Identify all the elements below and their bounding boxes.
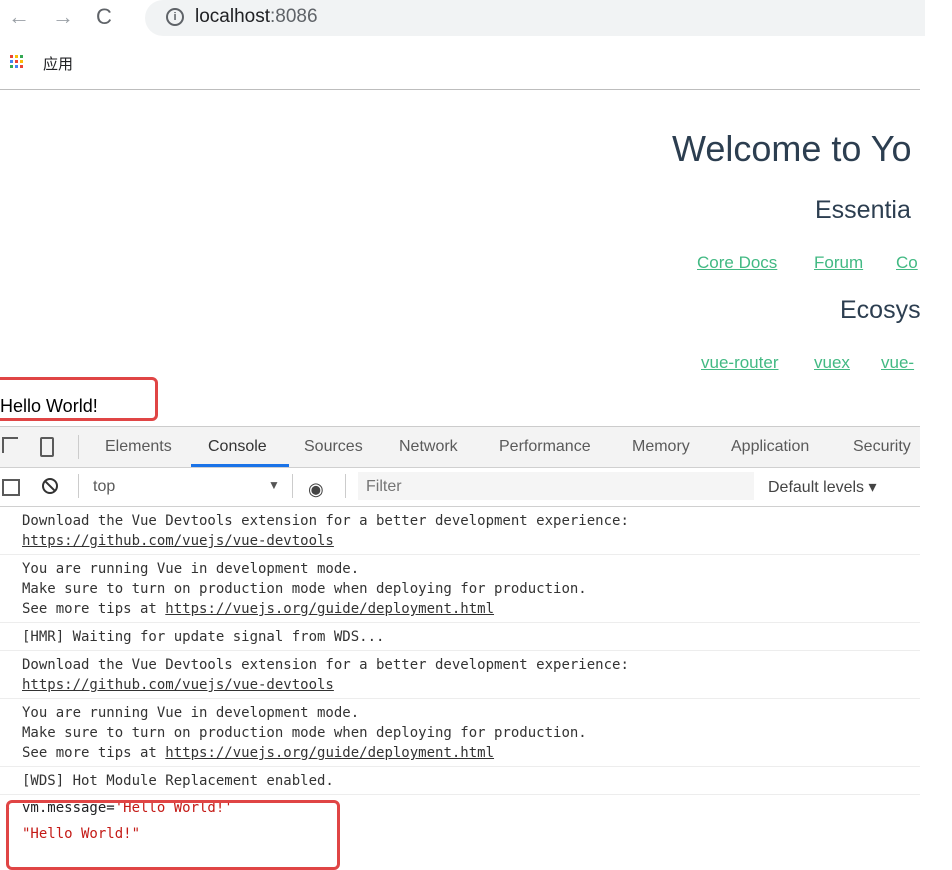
tab-performance[interactable]: Performance	[499, 438, 591, 456]
tab-network[interactable]: Network	[399, 438, 458, 456]
community-link[interactable]: Co	[896, 253, 918, 273]
message-text: Make sure to turn on production mode whe…	[22, 581, 587, 597]
tab-security[interactable]: Security	[853, 438, 911, 456]
message-text: Download the Vue Devtools extension for …	[22, 513, 629, 529]
divider	[78, 474, 79, 498]
live-expression-eye-icon[interactable]: ◉	[308, 479, 324, 500]
message-text: See more tips at	[22, 601, 166, 617]
forward-arrow-icon[interactable]: →	[52, 4, 74, 30]
apps-grid-icon[interactable]	[10, 55, 24, 69]
highlight-box	[6, 800, 340, 870]
divider	[78, 435, 79, 459]
tab-application[interactable]: Application	[731, 438, 809, 456]
bookmarks-bar: 应用	[0, 46, 920, 82]
apps-bookmark-label[interactable]: 应用	[43, 53, 73, 74]
ecosystem-heading: Ecosys	[840, 296, 921, 324]
inspect-element-icon[interactable]	[2, 437, 18, 453]
deployment-guide-link[interactable]: https://vuejs.org/guide/deployment.html	[165, 745, 494, 761]
browser-toolbar: ← → C i localhost:8086	[0, 0, 952, 36]
message-text: You are running Vue in development mode.	[22, 561, 360, 577]
page-heading: Welcome to Yo	[672, 128, 912, 169]
tab-sources[interactable]: Sources	[304, 438, 363, 456]
console-message: Download the Vue Devtools extension for …	[0, 507, 920, 555]
forum-link[interactable]: Forum	[814, 253, 863, 273]
message-text: You are running Vue in development mode.	[22, 705, 360, 721]
console-message: You are running Vue in development mode.…	[0, 555, 920, 623]
message-text: [WDS] Hot Module Replacement enabled.	[22, 773, 334, 789]
devtools-link[interactable]: https://github.com/vuejs/vue-devtools	[22, 533, 334, 549]
message-text: Make sure to turn on production mode whe…	[22, 725, 587, 741]
deployment-guide-link[interactable]: https://vuejs.org/guide/deployment.html	[165, 601, 494, 617]
devtools-tab-bar: Elements Console Sources Network Perform…	[0, 427, 920, 468]
console-message: Download the Vue Devtools extension for …	[0, 651, 920, 699]
divider	[292, 474, 293, 498]
clear-console-icon[interactable]	[42, 478, 58, 494]
filter-input[interactable]	[364, 477, 748, 497]
console-message: You are running Vue in development mode.…	[0, 699, 920, 767]
log-levels-dropdown[interactable]: Default levels ▾	[768, 477, 877, 497]
message-text: See more tips at	[22, 745, 166, 761]
url-host: localhost	[195, 6, 270, 27]
vuex-link[interactable]: vuex	[814, 353, 850, 373]
essential-links-heading: Essentia	[815, 196, 911, 224]
address-bar[interactable]: i localhost:8086	[145, 0, 925, 36]
vue-router-link[interactable]: vue-router	[701, 353, 778, 373]
url-port: :8086	[270, 6, 318, 27]
core-docs-link[interactable]: Core Docs	[697, 253, 777, 273]
context-selector[interactable]: top	[93, 478, 115, 496]
divider	[345, 474, 346, 498]
highlight-box	[0, 377, 158, 421]
message-text: [HMR] Waiting for update signal from WDS…	[22, 629, 385, 645]
device-toolbar-icon[interactable]	[40, 437, 54, 457]
filter-box	[358, 472, 754, 500]
tab-memory[interactable]: Memory	[632, 438, 690, 456]
message-text: Download the Vue Devtools extension for …	[22, 657, 629, 673]
show-sidebar-icon[interactable]	[2, 479, 20, 496]
dropdown-arrow-icon[interactable]: ▼	[268, 478, 280, 492]
browser-divider	[0, 89, 920, 90]
devtools-panel: Elements Console Sources Network Perform…	[0, 426, 920, 859]
back-arrow-icon[interactable]: ←	[8, 4, 30, 30]
url-text[interactable]: localhost:8086	[195, 6, 318, 28]
reload-icon[interactable]: C	[96, 4, 112, 30]
info-icon[interactable]: i	[166, 8, 184, 26]
tab-elements[interactable]: Elements	[105, 438, 172, 456]
active-tab-indicator	[191, 464, 289, 467]
vue-loader-link[interactable]: vue-	[881, 353, 914, 373]
console-message: [HMR] Waiting for update signal from WDS…	[0, 623, 920, 651]
devtools-link[interactable]: https://github.com/vuejs/vue-devtools	[22, 677, 334, 693]
console-message: [WDS] Hot Module Replacement enabled.	[0, 767, 920, 795]
console-toolbar: top ▼ ◉ Default levels ▾	[0, 468, 920, 507]
tab-console[interactable]: Console	[208, 438, 267, 456]
